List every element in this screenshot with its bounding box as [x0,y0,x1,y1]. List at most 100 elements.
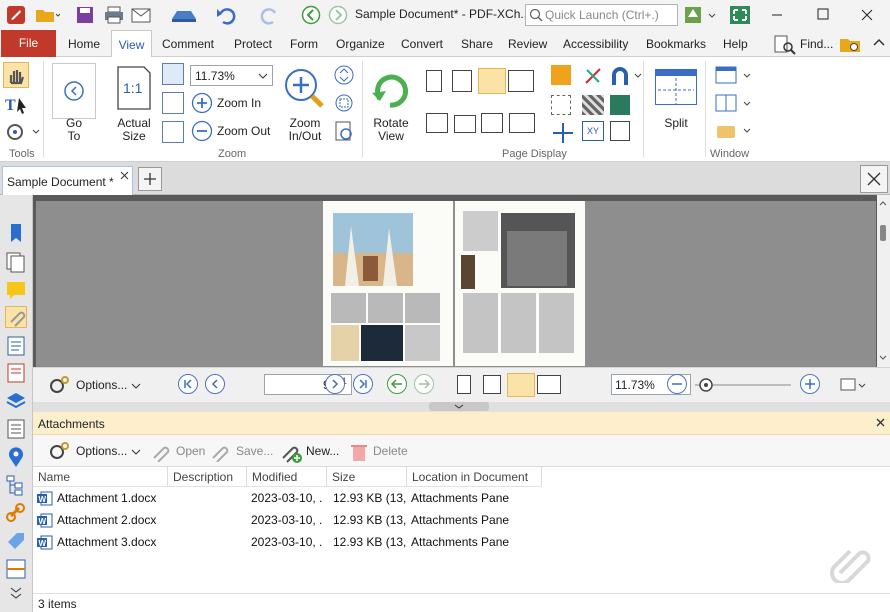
tab-comment[interactable]: Comment [162,37,214,51]
delete-button[interactable]: Delete [373,444,408,458]
nav-single-page-icon[interactable] [457,375,471,394]
att-options-gear-icon[interactable] [47,440,71,462]
tab-accessibility[interactable]: Accessibility [563,37,628,51]
collapse-ribbon-icon[interactable] [872,36,886,50]
options-gear-icon[interactable] [47,374,71,396]
zoom-in-icon[interactable] [191,92,213,114]
compare-icon[interactable] [5,558,27,580]
open-folder-icon[interactable] [34,5,60,25]
undo-icon[interactable] [215,5,245,25]
nav-facing-continuous-icon[interactable] [537,375,561,394]
new-tab-button[interactable] [138,167,162,191]
tab-review[interactable]: Review [508,37,547,51]
bookmarks-icon[interactable] [5,222,27,244]
magnet-icon[interactable] [610,65,644,87]
page-separation-icon[interactable] [426,113,448,133]
single-page-icon[interactable] [426,70,442,92]
print-icon[interactable] [103,5,125,25]
transparency-grid-icon[interactable] [582,95,604,115]
folder-search-icon[interactable] [838,33,864,55]
nav-zoom-out-button[interactable] [667,374,687,394]
save-button[interactable]: Save... [236,444,273,458]
quick-launch-input[interactable]: Quick Launch (Ctrl+.) [525,4,678,26]
open-attachment-icon[interactable] [150,442,172,462]
measure-icon[interactable] [582,65,604,87]
new-button[interactable]: New... [306,444,339,458]
table-row[interactable]: W Attachment 3.docx 2023-03-10, .. 12.93… [33,531,890,553]
minimize-button[interactable] [754,0,800,30]
ruler-icon[interactable] [551,65,571,85]
structure-icon[interactable] [5,474,27,496]
zoom-in-out-icon[interactable] [283,67,329,113]
facing-pages-button[interactable] [478,68,506,94]
att-options-button[interactable]: Options... [76,444,127,458]
page-numbers-icon[interactable] [481,113,503,133]
zoom-slider[interactable] [693,376,793,394]
tab-view[interactable]: View [111,30,152,58]
layers-icon[interactable] [5,390,27,412]
next-view-button[interactable] [414,374,434,394]
back-icon[interactable] [301,5,321,25]
rtl-icon[interactable] [509,113,535,133]
workspace-icon[interactable] [714,120,754,142]
viewer-scrollbar[interactable] [877,195,890,367]
coordinates-icon[interactable]: XY [582,121,604,141]
delete-icon[interactable] [349,442,369,462]
split-icon[interactable] [655,69,697,105]
close-window-button[interactable] [844,0,890,30]
last-page-button[interactable] [353,374,373,394]
fit-visible-icon[interactable] [162,121,184,143]
zoom-in-button[interactable]: Zoom In [217,97,261,110]
layers-doc-icon[interactable] [5,335,27,357]
column-header-name[interactable]: Name [33,467,168,487]
rotate-view-icon[interactable] [368,69,414,113]
tab-bookmarks[interactable]: Bookmarks [646,37,706,51]
actual-size-icon[interactable]: 1:1 [116,65,152,111]
snapshot-icon[interactable] [4,121,40,143]
tags-icon[interactable] [5,530,27,552]
nav-continuous-icon[interactable] [483,375,501,394]
zoom-step-icon[interactable] [333,64,355,86]
zoom-out-icon[interactable] [191,120,213,142]
hand-tool-button[interactable] [3,62,29,88]
next-page-button[interactable] [325,374,345,394]
nav-zoom-in-button[interactable] [800,374,820,394]
open-button[interactable]: Open [176,444,205,458]
tab-organize[interactable]: Organize [336,37,385,51]
document-tab[interactable]: Sample Document * [2,166,133,195]
find-icon[interactable] [771,33,799,55]
facing-continuous-icon[interactable] [508,70,534,92]
save-icon[interactable] [75,5,95,25]
attachments-pane-icon[interactable] [5,306,27,328]
zoom-level-dropdown[interactable]: 11.73% [190,65,273,86]
fit-page-icon[interactable] [162,63,184,85]
more-panes-icon[interactable] [5,585,27,601]
destinations-icon[interactable] [5,446,27,468]
arrange-windows-icon[interactable] [714,93,754,115]
continuous-icon[interactable] [452,70,472,92]
color-icon[interactable] [610,95,630,115]
tab-convert[interactable]: Convert [401,37,443,51]
guides-icon[interactable] [551,121,575,143]
save-attachment-icon[interactable] [209,442,235,462]
close-pane-icon[interactable] [876,418,885,427]
chevron-down-icon[interactable] [131,447,141,457]
loupe-icon[interactable] [333,92,355,114]
tab-home[interactable]: Home [68,37,100,51]
tab-file[interactable]: File [1,30,56,57]
tab-help[interactable]: Help [723,37,748,51]
tab-share[interactable]: Share [461,37,493,51]
fullscreen-icon[interactable] [729,5,751,25]
table-row[interactable]: W Attachment 2.docx 2023-03-10, .. 12.93… [33,509,890,531]
select-text-icon[interactable]: T [4,94,30,116]
links-icon[interactable] [5,502,27,524]
scan-icon[interactable] [170,5,200,25]
go-to-button[interactable] [52,63,96,119]
fit-width-icon[interactable] [162,92,184,114]
zoom-out-button[interactable]: Zoom Out [217,125,270,138]
customize-icon[interactable] [683,5,719,25]
column-header-size[interactable]: Size [327,467,407,487]
column-header-modified[interactable]: Modified [247,467,327,487]
redo-icon[interactable] [255,5,285,25]
tab-form[interactable]: Form [290,37,318,51]
